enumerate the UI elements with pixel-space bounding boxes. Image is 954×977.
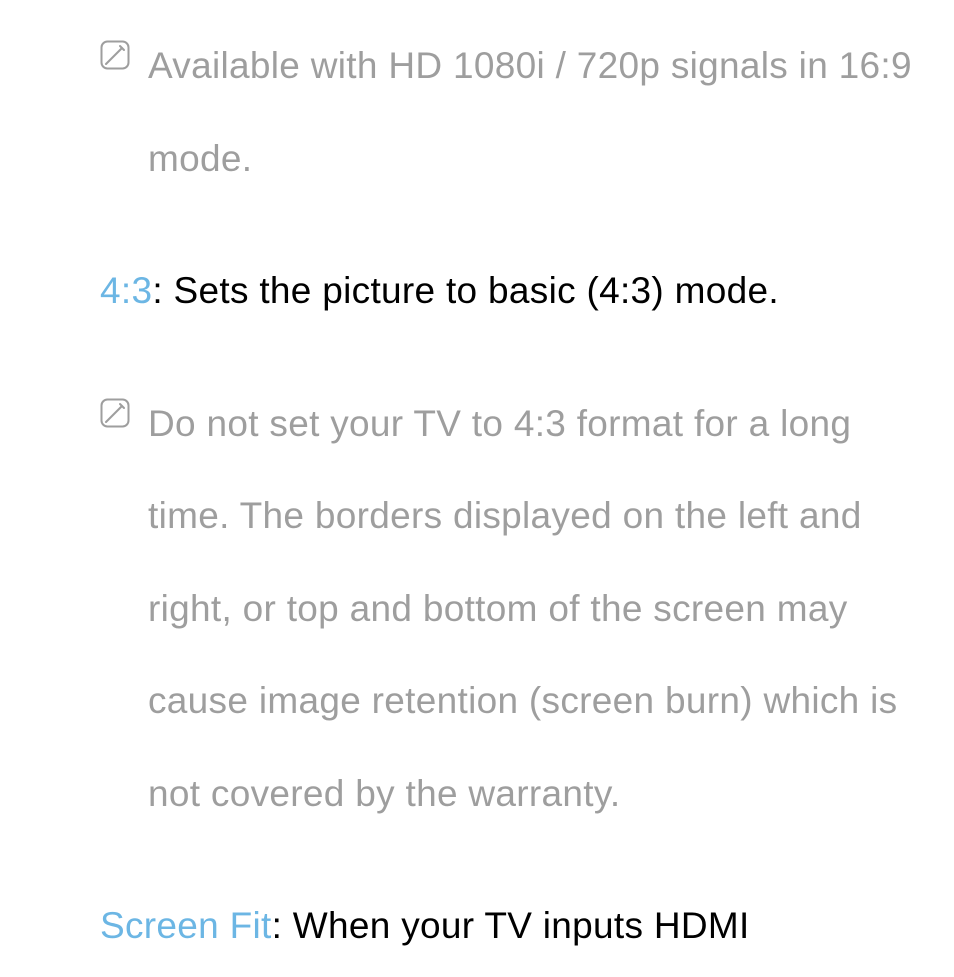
definition-entry: Screen Fit: When your TV inputs HDMI — [100, 880, 924, 973]
manual-page: Available with HD 1080i / 720p signals i… — [0, 0, 954, 977]
note-text: Available with HD 1080i / 720p signals i… — [148, 20, 924, 205]
definition-entry: 4:3: Sets the picture to basic (4:3) mod… — [100, 245, 924, 338]
note-text: Do not set your TV to 4:3 format for a l… — [148, 378, 924, 841]
note-icon — [100, 398, 130, 428]
definition-term: 4:3 — [100, 270, 152, 311]
definition-term: Screen Fit — [100, 905, 272, 946]
note-block: Do not set your TV to 4:3 format for a l… — [100, 378, 924, 841]
note-icon — [100, 40, 130, 70]
note-block: Available with HD 1080i / 720p signals i… — [100, 20, 924, 205]
definition-desc: When your TV inputs HDMI — [293, 905, 750, 946]
definition-separator: : — [272, 905, 293, 946]
definition-desc: Sets the picture to basic (4:3) mode. — [174, 270, 779, 311]
definition-separator: : — [152, 270, 173, 311]
